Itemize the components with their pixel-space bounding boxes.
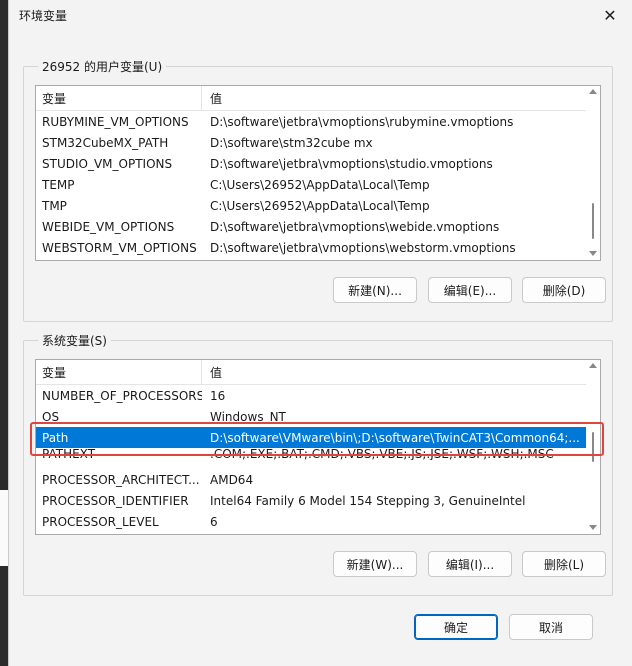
variable-value: AMD64 xyxy=(210,472,254,487)
variable-value: D:\software\jetbra\vmoptions\webide.vmop… xyxy=(210,219,500,234)
table-row[interactable]: TEMP C:\Users\26952\AppData\Local\Temp xyxy=(36,174,600,195)
table-row[interactable]: PROCESSOR_LEVEL 6 xyxy=(36,511,600,532)
table-row-selected[interactable]: Path D:\software\VMware\bin\;D:\software… xyxy=(36,427,600,448)
variable-name: NUMBER_OF_PROCESSORS xyxy=(42,388,202,403)
scroll-down-arrow-icon[interactable] xyxy=(589,251,597,256)
variable-name: WEBIDE_VM_OPTIONS xyxy=(42,219,175,234)
title-bar: 环境变量 ✕ xyxy=(9,0,632,30)
user-edit-button[interactable]: 编辑(E)... xyxy=(428,277,512,303)
variable-name: OS xyxy=(42,409,60,424)
system-variables-legend: 系统变量(S) xyxy=(38,332,111,349)
close-button[interactable]: ✕ xyxy=(597,4,623,26)
column-header-variable[interactable]: 变量 xyxy=(36,86,202,110)
variable-value: D:\software\jetbra\vmoptions\webstorm.vm… xyxy=(210,240,516,255)
vertical-scrollbar[interactable] xyxy=(586,360,600,534)
table-row[interactable]: PROCESSOR_IDENTIFIER Intel64 Family 6 Mo… xyxy=(36,490,600,511)
list-header: 变量 值 xyxy=(36,86,600,111)
table-row[interactable]: TMP C:\Users\26952\AppData\Local\Temp xyxy=(36,195,600,216)
variable-value: D:\software\jetbra\vmoptions\studio.vmop… xyxy=(210,156,493,171)
table-row[interactable]: RUBYMINE_VM_OPTIONS D:\software\jetbra\v… xyxy=(36,111,600,132)
close-icon: ✕ xyxy=(603,5,617,25)
scroll-thumb[interactable] xyxy=(592,203,594,239)
scroll-down-arrow-icon[interactable] xyxy=(589,525,597,530)
table-row[interactable]: STUDIO_VM_OPTIONS D:\software\jetbra\vmo… xyxy=(36,153,600,174)
variable-value: 6 xyxy=(210,514,218,529)
variable-name: TEMP xyxy=(42,177,75,192)
ok-button[interactable]: 确定 xyxy=(414,614,498,640)
list-header: 变量 值 xyxy=(36,360,600,385)
scroll-thumb[interactable] xyxy=(592,432,594,462)
user-variables-list[interactable]: 变量 值 RUBYMINE_VM_OPTIONS D:\software\jet… xyxy=(35,85,601,261)
variable-name: PATHEXT xyxy=(42,448,96,460)
user-variables-group: 26952 的用户变量(U) 变量 值 RUBYMINE_VM_OPTIONS … xyxy=(23,58,613,322)
variable-name: STM32CubeMX_PATH xyxy=(42,135,169,150)
variable-value: D:\software\VMware\bin\;D:\software\Twin… xyxy=(210,430,580,445)
variable-value: C:\Users\26952\AppData\Local\Temp xyxy=(210,177,430,192)
system-variables-group: 系统变量(S) 变量 值 NUMBER_OF_PROCESSORS 16 OS … xyxy=(23,332,613,596)
table-row[interactable]: WEBIDE_VM_OPTIONS D:\software\jetbra\vmo… xyxy=(36,216,600,237)
system-delete-button[interactable]: 删除(L) xyxy=(522,551,606,577)
column-header-variable[interactable]: 变量 xyxy=(36,360,202,384)
variable-name: WEBSTORM_VM_OPTIONS xyxy=(42,240,197,255)
variable-name: PROCESSOR_ARCHITECT... xyxy=(42,472,200,487)
variable-value: Intel64 Family 6 Model 154 Stepping 3, G… xyxy=(210,493,526,508)
user-delete-button[interactable]: 删除(D) xyxy=(522,277,606,303)
scroll-up-arrow-icon[interactable] xyxy=(589,89,597,94)
variable-name: TMP xyxy=(42,198,67,213)
table-row[interactable]: PROCESSOR_ARCHITECT... AMD64 xyxy=(36,469,600,490)
column-header-value[interactable]: 值 xyxy=(202,360,600,384)
table-row[interactable]: OS Windows_NT xyxy=(36,406,600,427)
environment-variables-dialog: 环境变量 ✕ 26952 的用户变量(U) 变量 值 RUBYMINE_VM_O… xyxy=(8,0,632,666)
variable-value: D:\software\stm32cube mx xyxy=(210,135,373,150)
vertical-scrollbar[interactable] xyxy=(586,86,600,260)
user-new-button[interactable]: 新建(N)... xyxy=(333,277,417,303)
variable-name: STUDIO_VM_OPTIONS xyxy=(42,156,173,171)
dialog-title: 环境变量 xyxy=(19,9,68,23)
variable-name: PROCESSOR_LEVEL xyxy=(42,514,159,529)
variable-value: D:\software\jetbra\vmoptions\rubymine.vm… xyxy=(210,114,514,129)
user-variables-legend: 26952 的用户变量(U) xyxy=(38,58,167,75)
table-row[interactable]: WEBSTORM_VM_OPTIONS D:\software\jetbra\v… xyxy=(36,237,600,258)
table-row[interactable]: PATHEXT .COM;.EXE;.BAT;.CMD;.VBS;.VBE;.J… xyxy=(36,448,600,460)
table-row[interactable]: NUMBER_OF_PROCESSORS 16 xyxy=(36,385,600,406)
table-row[interactable]: STM32CubeMX_PATH D:\software\stm32cube m… xyxy=(36,132,600,153)
variable-value: .COM;.EXE;.BAT;.CMD;.VBS;.VBE;.JS;.JSE;.… xyxy=(210,448,554,460)
scroll-up-arrow-icon[interactable] xyxy=(589,363,597,368)
column-header-value[interactable]: 值 xyxy=(202,86,600,110)
variable-name: RUBYMINE_VM_OPTIONS xyxy=(42,114,189,129)
variable-value: C:\Users\26952\AppData\Local\Temp xyxy=(210,198,430,213)
variable-name: PROCESSOR_IDENTIFIER xyxy=(42,493,189,508)
system-edit-button[interactable]: 编辑(I)... xyxy=(428,551,512,577)
system-new-button[interactable]: 新建(W)... xyxy=(333,551,417,577)
variable-value: Windows_NT xyxy=(210,409,286,424)
cancel-button[interactable]: 取消 xyxy=(509,614,593,640)
variable-value: 16 xyxy=(210,388,226,403)
variable-name: Path xyxy=(42,430,69,445)
system-variables-list[interactable]: 变量 值 NUMBER_OF_PROCESSORS 16 OS Windows_… xyxy=(35,359,601,535)
